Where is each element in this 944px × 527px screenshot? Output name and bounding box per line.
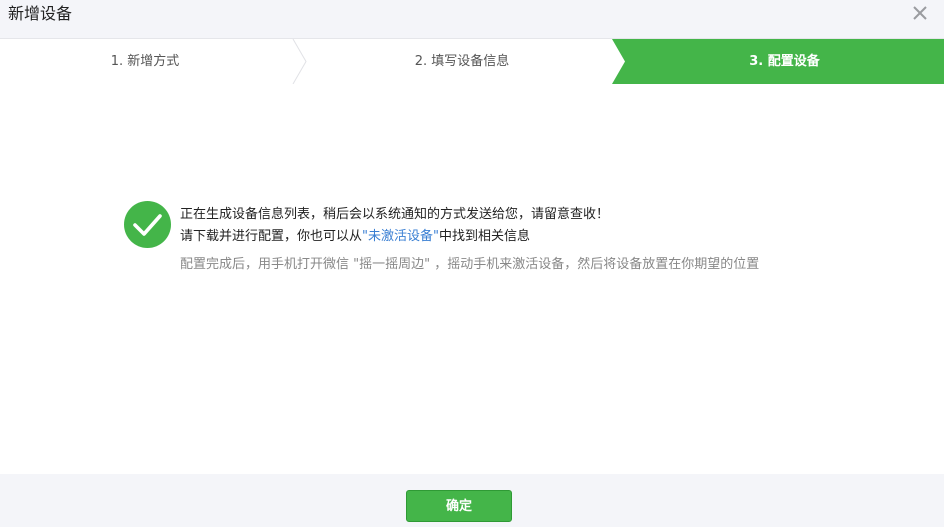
step-3: 3. 配置设备 [625, 39, 944, 84]
step-progress-bar: 1. 新增方式 2. 填写设备信息 3. 配置设备 [0, 38, 944, 85]
dialog-footer: 确定 [0, 474, 944, 527]
confirm-button[interactable]: 确定 [406, 490, 512, 522]
status-message: 正在生成设备信息列表，稍后会以系统通知的方式发送给您，请留意查收！ [180, 207, 610, 222]
step-2: 2. 填写设备信息 [306, 39, 618, 84]
dialog-header: 新增设备 [0, 0, 944, 38]
instruction-prefix: 请下载并进行配置，你也可以从 [180, 229, 363, 244]
hint-message: 配置完成后，用手机打开微信 "摇一摇周边" ，摇动手机来激活设备，然后将设备放置… [180, 257, 760, 272]
step-1: 1. 新增方式 [0, 39, 290, 84]
instruction-message: 请下载并进行配置，你也可以从"未激活设备"中找到相关信息 [180, 225, 530, 244]
step-2-label: 2. 填写设备信息 [414, 54, 510, 69]
close-icon[interactable] [910, 3, 930, 23]
step-3-label: 3. 配置设备 [749, 54, 820, 69]
inactive-devices-link[interactable]: "未激活设备" [362, 229, 439, 244]
instruction-suffix: 中找到相关信息 [438, 229, 530, 244]
check-circle-icon [124, 201, 171, 248]
dialog-title: 新增设备 [8, 4, 73, 23]
step-1-label: 1. 新增方式 [110, 54, 180, 69]
dialog-body: 正在生成设备信息列表，稍后会以系统通知的方式发送给您，请留意查收！ 请下载并进行… [0, 84, 944, 474]
